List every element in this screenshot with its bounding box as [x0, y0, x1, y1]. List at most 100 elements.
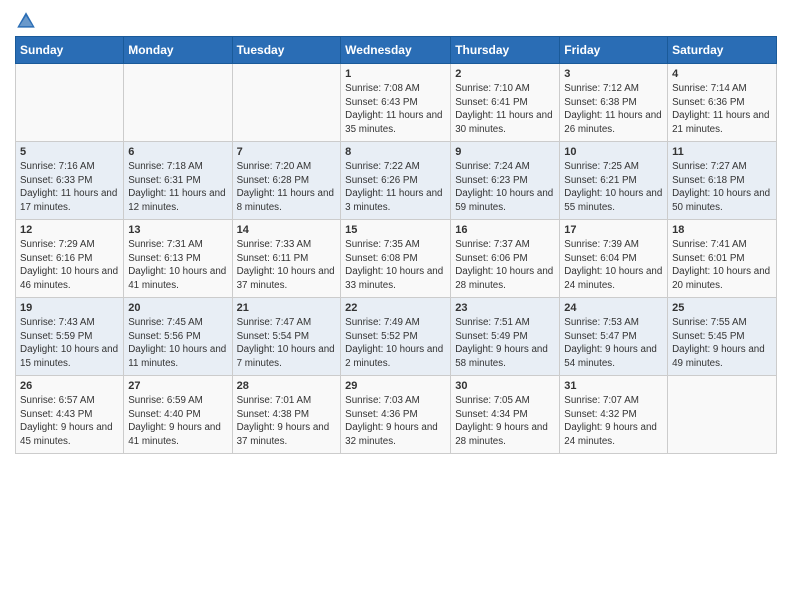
day-number: 6 [128, 146, 227, 158]
cell-details: Sunrise: 7:07 AM Sunset: 4:32 PM Dayligh… [564, 394, 663, 449]
cell-details: Sunrise: 7:01 AM Sunset: 4:38 PM Dayligh… [237, 394, 337, 449]
cell-details: Sunrise: 7:27 AM Sunset: 6:18 PM Dayligh… [672, 160, 772, 215]
day-number: 30 [455, 380, 555, 392]
col-header-sunday: Sunday [16, 37, 124, 64]
week-row-0: 1 Sunrise: 7:08 AM Sunset: 6:43 PM Daylig… [16, 64, 777, 142]
day-number: 20 [128, 302, 227, 314]
cell-2-0: 12 Sunrise: 7:29 AM Sunset: 6:16 PM Dayli… [16, 220, 124, 298]
day-number: 24 [564, 302, 663, 314]
cell-details: Sunrise: 7:24 AM Sunset: 6:23 PM Dayligh… [455, 160, 555, 215]
cell-1-2: 7 Sunrise: 7:20 AM Sunset: 6:28 PM Daylig… [232, 142, 341, 220]
cell-1-1: 6 Sunrise: 7:18 AM Sunset: 6:31 PM Daylig… [124, 142, 232, 220]
cell-details: Sunrise: 7:16 AM Sunset: 6:33 PM Dayligh… [20, 160, 119, 215]
cell-2-6: 18 Sunrise: 7:41 AM Sunset: 6:01 PM Dayli… [668, 220, 777, 298]
cell-4-6 [668, 376, 777, 454]
day-number: 25 [672, 302, 772, 314]
day-number: 31 [564, 380, 663, 392]
cell-details: Sunrise: 7:08 AM Sunset: 6:43 PM Dayligh… [345, 82, 446, 137]
day-number: 8 [345, 146, 446, 158]
cell-2-3: 15 Sunrise: 7:35 AM Sunset: 6:08 PM Dayli… [341, 220, 451, 298]
cell-details: Sunrise: 7:47 AM Sunset: 5:54 PM Dayligh… [237, 316, 337, 371]
cell-details: Sunrise: 7:29 AM Sunset: 6:16 PM Dayligh… [20, 238, 119, 293]
cell-details: Sunrise: 7:35 AM Sunset: 6:08 PM Dayligh… [345, 238, 446, 293]
cell-3-2: 21Sunrise: 7:47 AM Sunset: 5:54 PM Dayli… [232, 298, 341, 376]
cell-0-0 [16, 64, 124, 142]
cell-details: Sunrise: 7:37 AM Sunset: 6:06 PM Dayligh… [455, 238, 555, 293]
cell-details: Sunrise: 7:31 AM Sunset: 6:13 PM Dayligh… [128, 238, 227, 293]
col-header-saturday: Saturday [668, 37, 777, 64]
col-header-tuesday: Tuesday [232, 37, 341, 64]
cell-3-3: 22 Sunrise: 7:49 AM Sunset: 5:52 PM Dayli… [341, 298, 451, 376]
day-number: 26 [20, 380, 119, 392]
cell-1-4: 9 Sunrise: 7:24 AM Sunset: 6:23 PM Daylig… [451, 142, 560, 220]
week-row-3: 19 Sunrise: 7:43 AM Sunset: 5:59 PM Dayli… [16, 298, 777, 376]
header [15, 10, 777, 32]
cell-details: Sunrise: 7:43 AM Sunset: 5:59 PM Dayligh… [20, 316, 119, 371]
day-number: 22 [345, 302, 446, 314]
cell-1-6: 11 Sunrise: 7:27 AM Sunset: 6:18 PM Dayli… [668, 142, 777, 220]
cell-0-3: 1 Sunrise: 7:08 AM Sunset: 6:43 PM Daylig… [341, 64, 451, 142]
cell-details: Sunrise: 7:12 AM Sunset: 6:38 PM Dayligh… [564, 82, 663, 137]
day-number: 2 [455, 68, 555, 80]
cell-details: Sunrise: 7:03 AM Sunset: 4:36 PM Dayligh… [345, 394, 446, 449]
page: SundayMondayTuesdayWednesdayThursdayFrid… [0, 0, 792, 464]
cell-0-6: 4 Sunrise: 7:14 AM Sunset: 6:36 PM Daylig… [668, 64, 777, 142]
day-number: 4 [672, 68, 772, 80]
day-number: 7 [237, 146, 337, 158]
cell-2-5: 17 Sunrise: 7:39 AM Sunset: 6:04 PM Dayli… [560, 220, 668, 298]
day-number: 10 [564, 146, 663, 158]
day-number: 23 [455, 302, 555, 314]
col-header-monday: Monday [124, 37, 232, 64]
day-number: 14 [237, 224, 337, 236]
cell-details: Sunrise: 7:20 AM Sunset: 6:28 PM Dayligh… [237, 160, 337, 215]
day-number: 18 [672, 224, 772, 236]
cell-details: Sunrise: 7:45 AM Sunset: 5:56 PM Dayligh… [128, 316, 227, 371]
day-number: 29 [345, 380, 446, 392]
day-number: 17 [564, 224, 663, 236]
cell-3-5: 24 Sunrise: 7:53 AM Sunset: 5:47 PM Dayli… [560, 298, 668, 376]
cell-0-4: 2 Sunrise: 7:10 AM Sunset: 6:41 PM Daylig… [451, 64, 560, 142]
day-number: 11 [672, 146, 772, 158]
cell-3-0: 19 Sunrise: 7:43 AM Sunset: 5:59 PM Dayli… [16, 298, 124, 376]
col-header-wednesday: Wednesday [341, 37, 451, 64]
day-number: 19 [20, 302, 119, 314]
cell-details: Sunrise: 7:53 AM Sunset: 5:47 PM Dayligh… [564, 316, 663, 371]
cell-details: Sunrise: 7:55 AM Sunset: 5:45 PM Dayligh… [672, 316, 772, 371]
cell-details: Sunrise: 7:05 AM Sunset: 4:34 PM Dayligh… [455, 394, 555, 449]
cell-0-5: 3Sunrise: 7:12 AM Sunset: 6:38 PM Daylig… [560, 64, 668, 142]
cell-1-0: 5 Sunrise: 7:16 AM Sunset: 6:33 PM Daylig… [16, 142, 124, 220]
cell-details: Sunrise: 7:49 AM Sunset: 5:52 PM Dayligh… [345, 316, 446, 371]
day-number: 27 [128, 380, 227, 392]
cell-0-2 [232, 64, 341, 142]
cell-2-2: 14 Sunrise: 7:33 AM Sunset: 6:11 PM Dayli… [232, 220, 341, 298]
cell-details: Sunrise: 7:10 AM Sunset: 6:41 PM Dayligh… [455, 82, 555, 137]
cell-2-4: 16Sunrise: 7:37 AM Sunset: 6:06 PM Dayli… [451, 220, 560, 298]
col-header-friday: Friday [560, 37, 668, 64]
calendar-table: SundayMondayTuesdayWednesdayThursdayFrid… [15, 36, 777, 454]
day-number: 12 [20, 224, 119, 236]
cell-2-1: 13Sunrise: 7:31 AM Sunset: 6:13 PM Dayli… [124, 220, 232, 298]
cell-details: Sunrise: 6:59 AM Sunset: 4:40 PM Dayligh… [128, 394, 227, 449]
cell-0-1 [124, 64, 232, 142]
cell-3-1: 20 Sunrise: 7:45 AM Sunset: 5:56 PM Dayli… [124, 298, 232, 376]
cell-4-3: 29 Sunrise: 7:03 AM Sunset: 4:36 PM Dayli… [341, 376, 451, 454]
cell-details: Sunrise: 7:33 AM Sunset: 6:11 PM Dayligh… [237, 238, 337, 293]
cell-details: Sunrise: 7:14 AM Sunset: 6:36 PM Dayligh… [672, 82, 772, 137]
cell-3-4: 23 Sunrise: 7:51 AM Sunset: 5:49 PM Dayli… [451, 298, 560, 376]
cell-details: Sunrise: 7:39 AM Sunset: 6:04 PM Dayligh… [564, 238, 663, 293]
cell-details: Sunrise: 7:18 AM Sunset: 6:31 PM Dayligh… [128, 160, 227, 215]
day-number: 1 [345, 68, 446, 80]
day-number: 5 [20, 146, 119, 158]
cell-details: Sunrise: 7:41 AM Sunset: 6:01 PM Dayligh… [672, 238, 772, 293]
cell-details: Sunrise: 6:57 AM Sunset: 4:43 PM Dayligh… [20, 394, 119, 449]
cell-details: Sunrise: 7:51 AM Sunset: 5:49 PM Dayligh… [455, 316, 555, 371]
logo-icon [15, 10, 37, 32]
cell-4-2: 28Sunrise: 7:01 AM Sunset: 4:38 PM Dayli… [232, 376, 341, 454]
week-row-2: 12 Sunrise: 7:29 AM Sunset: 6:16 PM Dayli… [16, 220, 777, 298]
day-number: 9 [455, 146, 555, 158]
logo [15, 10, 40, 32]
cell-1-3: 8Sunrise: 7:22 AM Sunset: 6:26 PM Daylig… [341, 142, 451, 220]
day-number: 15 [345, 224, 446, 236]
col-header-thursday: Thursday [451, 37, 560, 64]
cell-4-4: 30 Sunrise: 7:05 AM Sunset: 4:34 PM Dayli… [451, 376, 560, 454]
